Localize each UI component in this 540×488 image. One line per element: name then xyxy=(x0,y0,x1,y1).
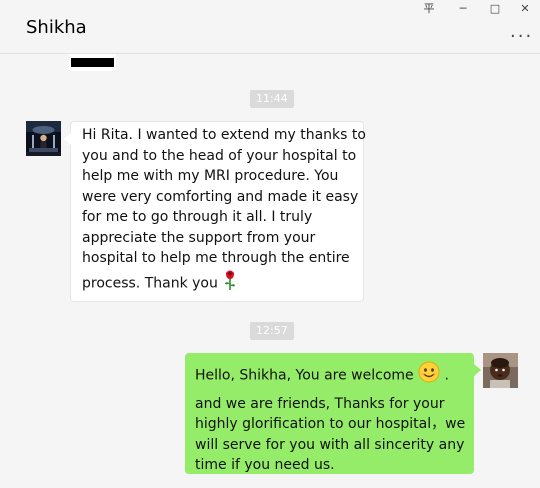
close-button[interactable]: ✕ xyxy=(514,0,536,16)
sent-message-bubble[interactable]: Hello, Shikha, You are welcome . and we … xyxy=(185,353,481,474)
message-line: hospital to help me through the entire xyxy=(82,250,350,266)
message-line-text: Hello, Shikha, You are welcome xyxy=(195,367,414,384)
smiley-icon xyxy=(418,361,440,390)
message-line: will serve for you with all sincerity an… xyxy=(195,436,465,453)
message-line-first: Hello, Shikha, You are welcome . xyxy=(195,361,464,390)
message-line: appreciate the support from your xyxy=(82,229,316,246)
previous-image-thumbnail xyxy=(71,58,114,67)
timestamp: 11:44 xyxy=(250,90,294,108)
more-options-icon[interactable]: ··· xyxy=(510,26,533,47)
message-line: Hi Rita. I wanted to extend my thanks to xyxy=(82,127,366,143)
timestamp: 12:57 xyxy=(250,322,294,340)
pin-window-icon[interactable]: 平 xyxy=(418,0,440,16)
title-bar: Shikha 平 ─ □ ✕ ··· xyxy=(0,0,540,54)
minimize-button[interactable]: ─ xyxy=(452,0,474,16)
previous-image-message[interactable] xyxy=(69,54,116,71)
message-text-after-icon: . xyxy=(444,367,449,384)
rose-icon xyxy=(222,269,238,298)
own-avatar-image xyxy=(483,353,518,388)
own-avatar[interactable] xyxy=(483,353,518,388)
message-line: highly glorification to our hospital，we xyxy=(195,416,466,432)
contact-avatar-image xyxy=(26,121,61,156)
message-line-text: process. Thank you xyxy=(82,274,218,291)
contact-avatar[interactable] xyxy=(26,121,61,156)
message-line: were very comforting and made it easy xyxy=(82,188,359,205)
message-line: for me to go through it all. I truly xyxy=(82,209,313,225)
chat-title: Shikha xyxy=(26,17,87,38)
message-line-last: process. Thank you xyxy=(82,269,353,298)
message-line: you and to the head of your hospital to xyxy=(82,147,357,164)
message-line: time if you need us. xyxy=(195,457,335,473)
maximize-button[interactable]: □ xyxy=(484,0,506,16)
received-message-bubble[interactable]: Hi Rita. I wanted to extend my thanks to… xyxy=(64,121,366,302)
message-line: help me with my MRI procedure. You xyxy=(82,168,339,184)
message-line: and we are friends, Thanks for your xyxy=(195,395,445,412)
